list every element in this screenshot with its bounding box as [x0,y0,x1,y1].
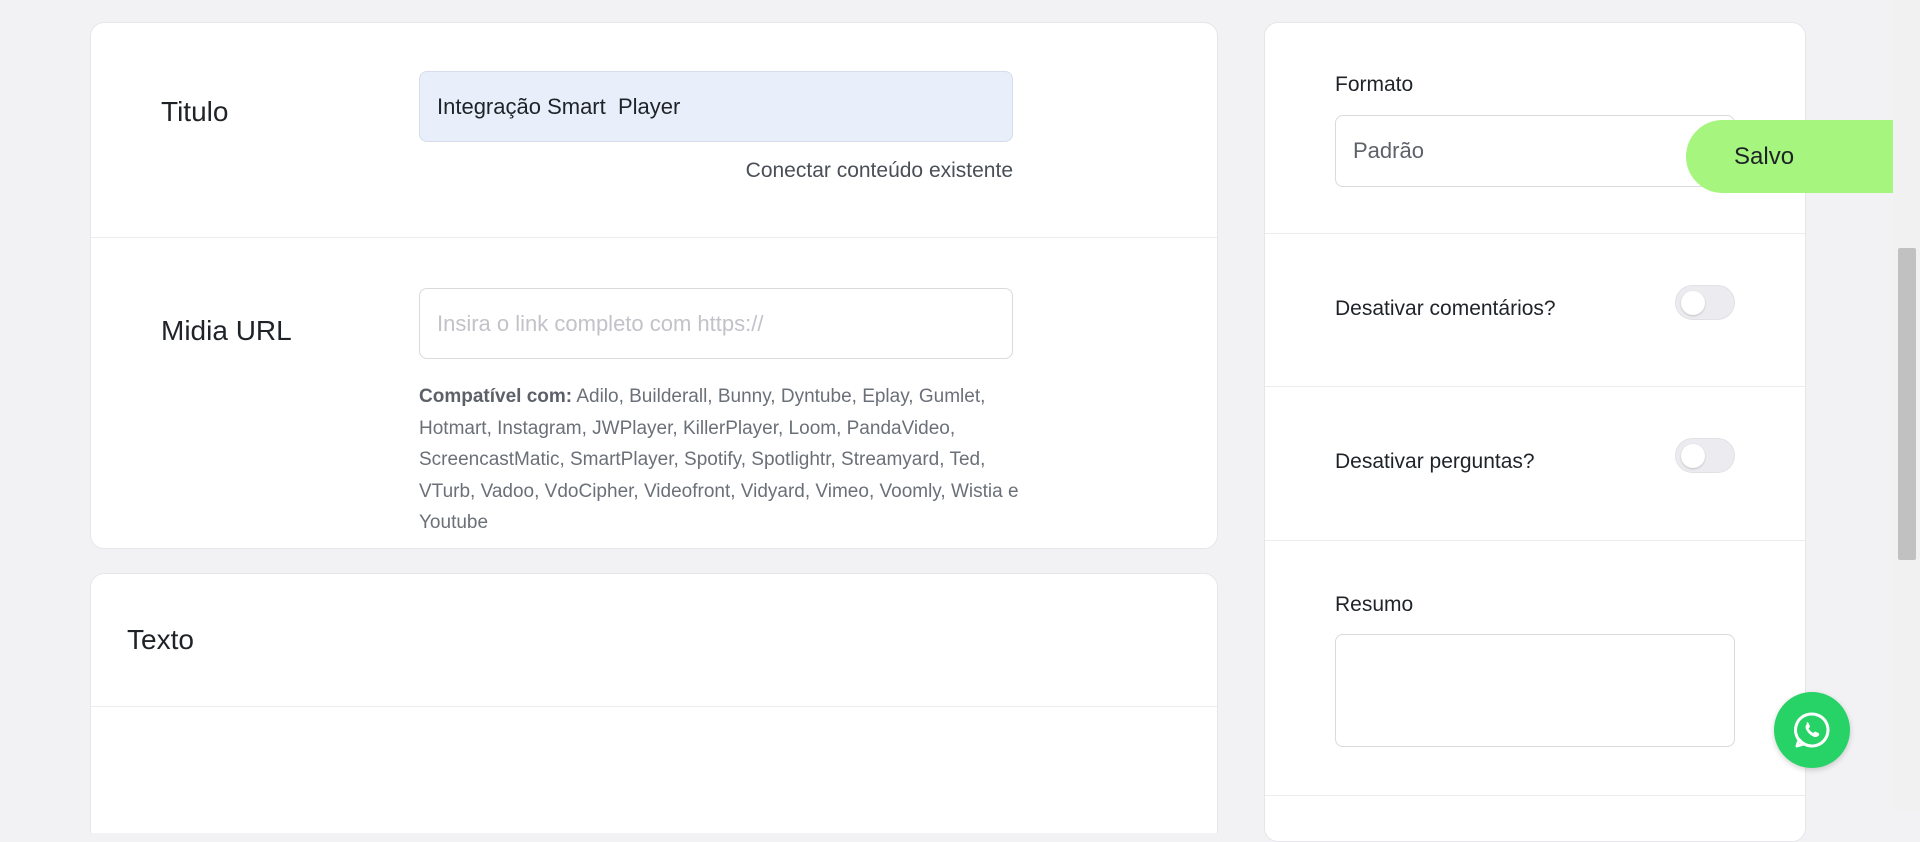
summary-textarea[interactable] [1335,634,1735,747]
text-heading: Texto [127,624,194,655]
toggle-knob [1681,291,1705,315]
whatsapp-icon [1794,712,1830,748]
settings-divider [1265,233,1805,234]
disable-questions-toggle[interactable] [1675,438,1735,473]
saved-toast: Salvo [1686,120,1895,193]
settings-divider [1265,386,1805,387]
text-card: Texto [90,573,1218,833]
title-input[interactable] [419,71,1013,142]
scrollbar-thumb[interactable] [1898,248,1916,560]
compatible-prefix: Compatível com: [419,386,573,407]
media-url-label: Midia URL [161,315,292,346]
format-select[interactable]: Padrão [1335,115,1735,187]
text-card-divider [91,706,1217,707]
format-label: Formato [1335,73,1414,96]
compatible-platforms-text: Compatível com: Adilo, Builderall, Bunny… [419,381,1019,539]
whatsapp-button[interactable] [1774,692,1850,768]
disable-questions-label: Desativar perguntas? [1335,450,1535,473]
media-url-input[interactable] [419,288,1013,359]
section-divider [91,237,1217,238]
connect-existing-content-link[interactable]: Conectar conteúdo existente [419,159,1013,183]
disable-comments-toggle[interactable] [1675,285,1735,320]
settings-divider [1265,540,1805,541]
title-label: Titulo [161,96,229,127]
compatible-list: Adilo, Builderall, Bunny, Dyntube, Eplay… [419,386,1019,533]
disable-comments-label: Desativar comentários? [1335,297,1556,320]
toggle-knob [1681,444,1705,468]
settings-divider [1265,795,1805,796]
content-card: Titulo Conectar conteúdo existente Midia… [90,22,1218,549]
summary-label: Resumo [1335,593,1414,616]
